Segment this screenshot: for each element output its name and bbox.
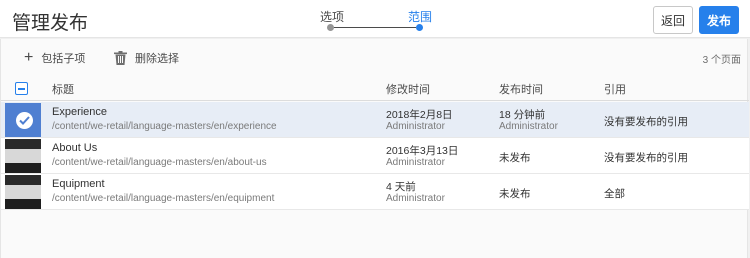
row-published-by: Administrator (499, 121, 558, 132)
page-header: 管理发布 选项 范围 返回 发布 (0, 0, 750, 38)
page-thumbnail[interactable] (5, 175, 41, 209)
row-title: Experience (52, 106, 108, 118)
include-children-button[interactable]: + 包括子项 (24, 50, 85, 66)
row-modified-date: 2016年3月13日 (386, 145, 459, 157)
row-references: 全部 (604, 188, 625, 200)
row-title: Equipment (52, 178, 105, 190)
plus-icon: + (24, 49, 34, 66)
row-published: 18 分钟前 (499, 109, 546, 121)
table-header: 标题 修改时间 发布时间 引用 (1, 77, 749, 101)
row-path: /content/we-retail/language-masters/en/e… (52, 193, 275, 204)
page-count: 3 个页面 (702, 55, 741, 66)
step-connector (334, 27, 416, 28)
column-header-modified[interactable]: 修改时间 (386, 81, 430, 97)
step-options-dot (327, 24, 334, 31)
column-header-references[interactable]: 引用 (604, 81, 626, 97)
row-modified-by: Administrator (386, 193, 445, 204)
table-row[interactable]: About Us /content/we-retail/language-mas… (1, 138, 749, 174)
row-modified-by: Administrator (386, 157, 445, 168)
wizard-steps: 选项 范围 (300, 0, 460, 38)
row-published: 未发布 (499, 188, 531, 200)
select-all-checkbox[interactable] (15, 82, 28, 95)
delete-selection-label: 删除选择 (135, 53, 179, 65)
row-modified-date: 4 天前 (386, 181, 416, 193)
column-header-published[interactable]: 发布时间 (499, 81, 543, 97)
include-children-label: 包括子项 (41, 53, 86, 65)
row-published: 未发布 (499, 152, 531, 164)
page-title: 管理发布 (12, 13, 89, 34)
page-thumbnail[interactable] (5, 103, 41, 137)
step-scope-dot (416, 24, 423, 31)
row-modified-by: Administrator (386, 121, 445, 132)
row-path: /content/we-retail/language-masters/en/a… (52, 157, 267, 168)
step-options-label[interactable]: 选项 (320, 8, 344, 25)
trash-icon (114, 51, 127, 65)
row-path: /content/we-retail/language-masters/en/e… (52, 121, 277, 132)
row-title: About Us (52, 142, 98, 154)
column-header-title[interactable]: 标题 (52, 81, 74, 97)
row-references: 没有要发布的引用 (604, 152, 688, 164)
back-button[interactable]: 返回 (653, 6, 693, 34)
publish-button[interactable]: 发布 (699, 6, 739, 34)
row-modified-date: 2018年2月8日 (386, 109, 453, 121)
page-thumbnail[interactable] (5, 139, 41, 173)
table-row[interactable]: Experience /content/we-retail/language-m… (1, 102, 749, 138)
step-scope-label[interactable]: 范围 (408, 8, 432, 25)
row-references: 没有要发布的引用 (604, 116, 688, 128)
check-icon[interactable] (16, 112, 33, 129)
delete-selection-button[interactable]: 删除选择 (114, 50, 179, 66)
scope-panel: + 包括子项 删除选择 3 个页面 标题 修改时间 发布时间 引用 Experi… (0, 39, 749, 258)
table-row[interactable]: Equipment /content/we-retail/language-ma… (1, 174, 749, 210)
